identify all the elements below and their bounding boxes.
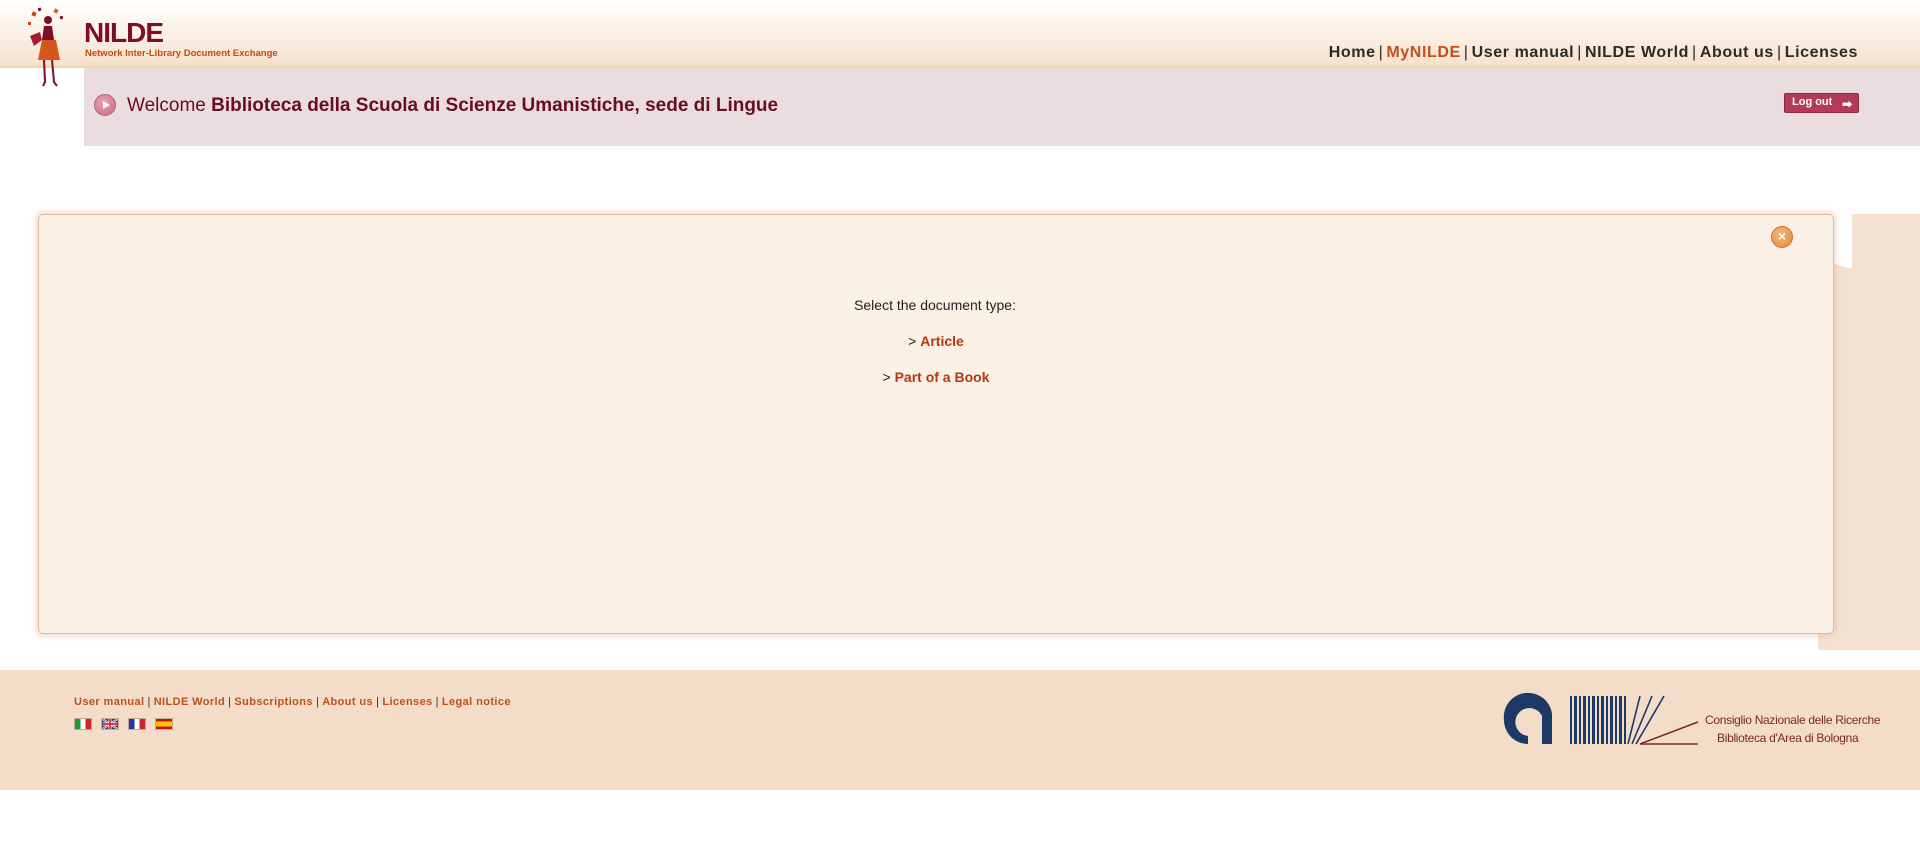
nav-mynilde[interactable]: MyNILDE (1386, 44, 1460, 61)
italy-flag-icon[interactable] (74, 718, 92, 730)
footer-separator: | (435, 696, 439, 708)
footer-link-nilde-world[interactable]: NILDE World (154, 696, 225, 708)
library-name: Biblioteca della Scuola di Scienze Umani… (211, 95, 779, 116)
article-link[interactable]: Article (920, 333, 964, 349)
footer-link-licenses[interactable]: Licenses (382, 696, 432, 708)
uk-flag-icon[interactable] (101, 718, 119, 730)
spain-flag-icon[interactable] (155, 718, 173, 730)
option-part-of-book: > Part of a Book (0, 369, 1872, 385)
part-of-book-link[interactable]: Part of a Book (895, 369, 990, 385)
footer-links: User manual | NILDE World | Subscriptions | Ab… (74, 696, 511, 708)
nav-nilde-world[interactable]: NILDE World (1585, 44, 1689, 61)
nav-separator: | (1463, 44, 1469, 61)
welcome-message: Welcome Biblioteca della Scuola di Scien… (127, 95, 778, 117)
footer-separator: | (376, 696, 380, 708)
footer-link-about-us[interactable]: About us (322, 696, 373, 708)
document-type-panel (38, 214, 1834, 634)
welcome-prefix: Welcome (127, 95, 206, 116)
welcome-bar: Welcome Biblioteca della Scuola di Scien… (84, 68, 1920, 146)
arrow-right-icon: ➡ (1841, 97, 1852, 111)
nav-about-us[interactable]: About us (1700, 44, 1774, 61)
footer-separator: | (228, 696, 232, 708)
site-footer: User manual | NILDE World | Subscriptions | Ab… (0, 670, 1920, 790)
nav-user-manual[interactable]: User manual (1472, 44, 1575, 61)
site-header: NILDE Network Inter-Library Document Exc… (0, 0, 1920, 87)
footer-separator: | (315, 696, 320, 708)
logout-label: Log out (1792, 96, 1833, 108)
nav-separator: | (1577, 44, 1582, 61)
institution-library: Biblioteca d'Area di Bologna (1717, 731, 1859, 745)
nilde-logo-figure-icon (28, 7, 64, 87)
logo-subtitle: Network Inter-Library Document Exchange (85, 48, 278, 59)
logo-title: NILDE (84, 17, 164, 48)
top-navigation: Home | MyNILDE | User manual | NILDE World | Abo… (1329, 44, 1858, 62)
document-type-prompt: Select the document type: (854, 297, 1016, 313)
close-icon[interactable]: × (1771, 226, 1793, 248)
nav-separator: | (1776, 44, 1782, 61)
footer-link-subscriptions[interactable]: Subscriptions (234, 696, 313, 708)
play-arrow-icon (94, 94, 116, 116)
nav-separator: | (1692, 44, 1697, 61)
nav-separator: | (1378, 44, 1384, 61)
footer-separator: | (147, 696, 151, 708)
option-article: > Article (0, 333, 1872, 349)
france-flag-icon[interactable] (128, 718, 146, 730)
nav-home[interactable]: Home (1329, 44, 1376, 61)
nav-licenses[interactable]: Licenses (1785, 44, 1858, 61)
footer-link-user-manual[interactable]: User manual (74, 696, 144, 708)
footer-link-legal-notice[interactable]: Legal notice (442, 696, 511, 708)
option-marker: > (908, 333, 917, 349)
option-marker: > (882, 369, 891, 385)
logout-button[interactable]: Log out ➡ (1784, 93, 1859, 113)
institution-name: Consiglio Nazionale delle Ricerche (1705, 713, 1881, 727)
